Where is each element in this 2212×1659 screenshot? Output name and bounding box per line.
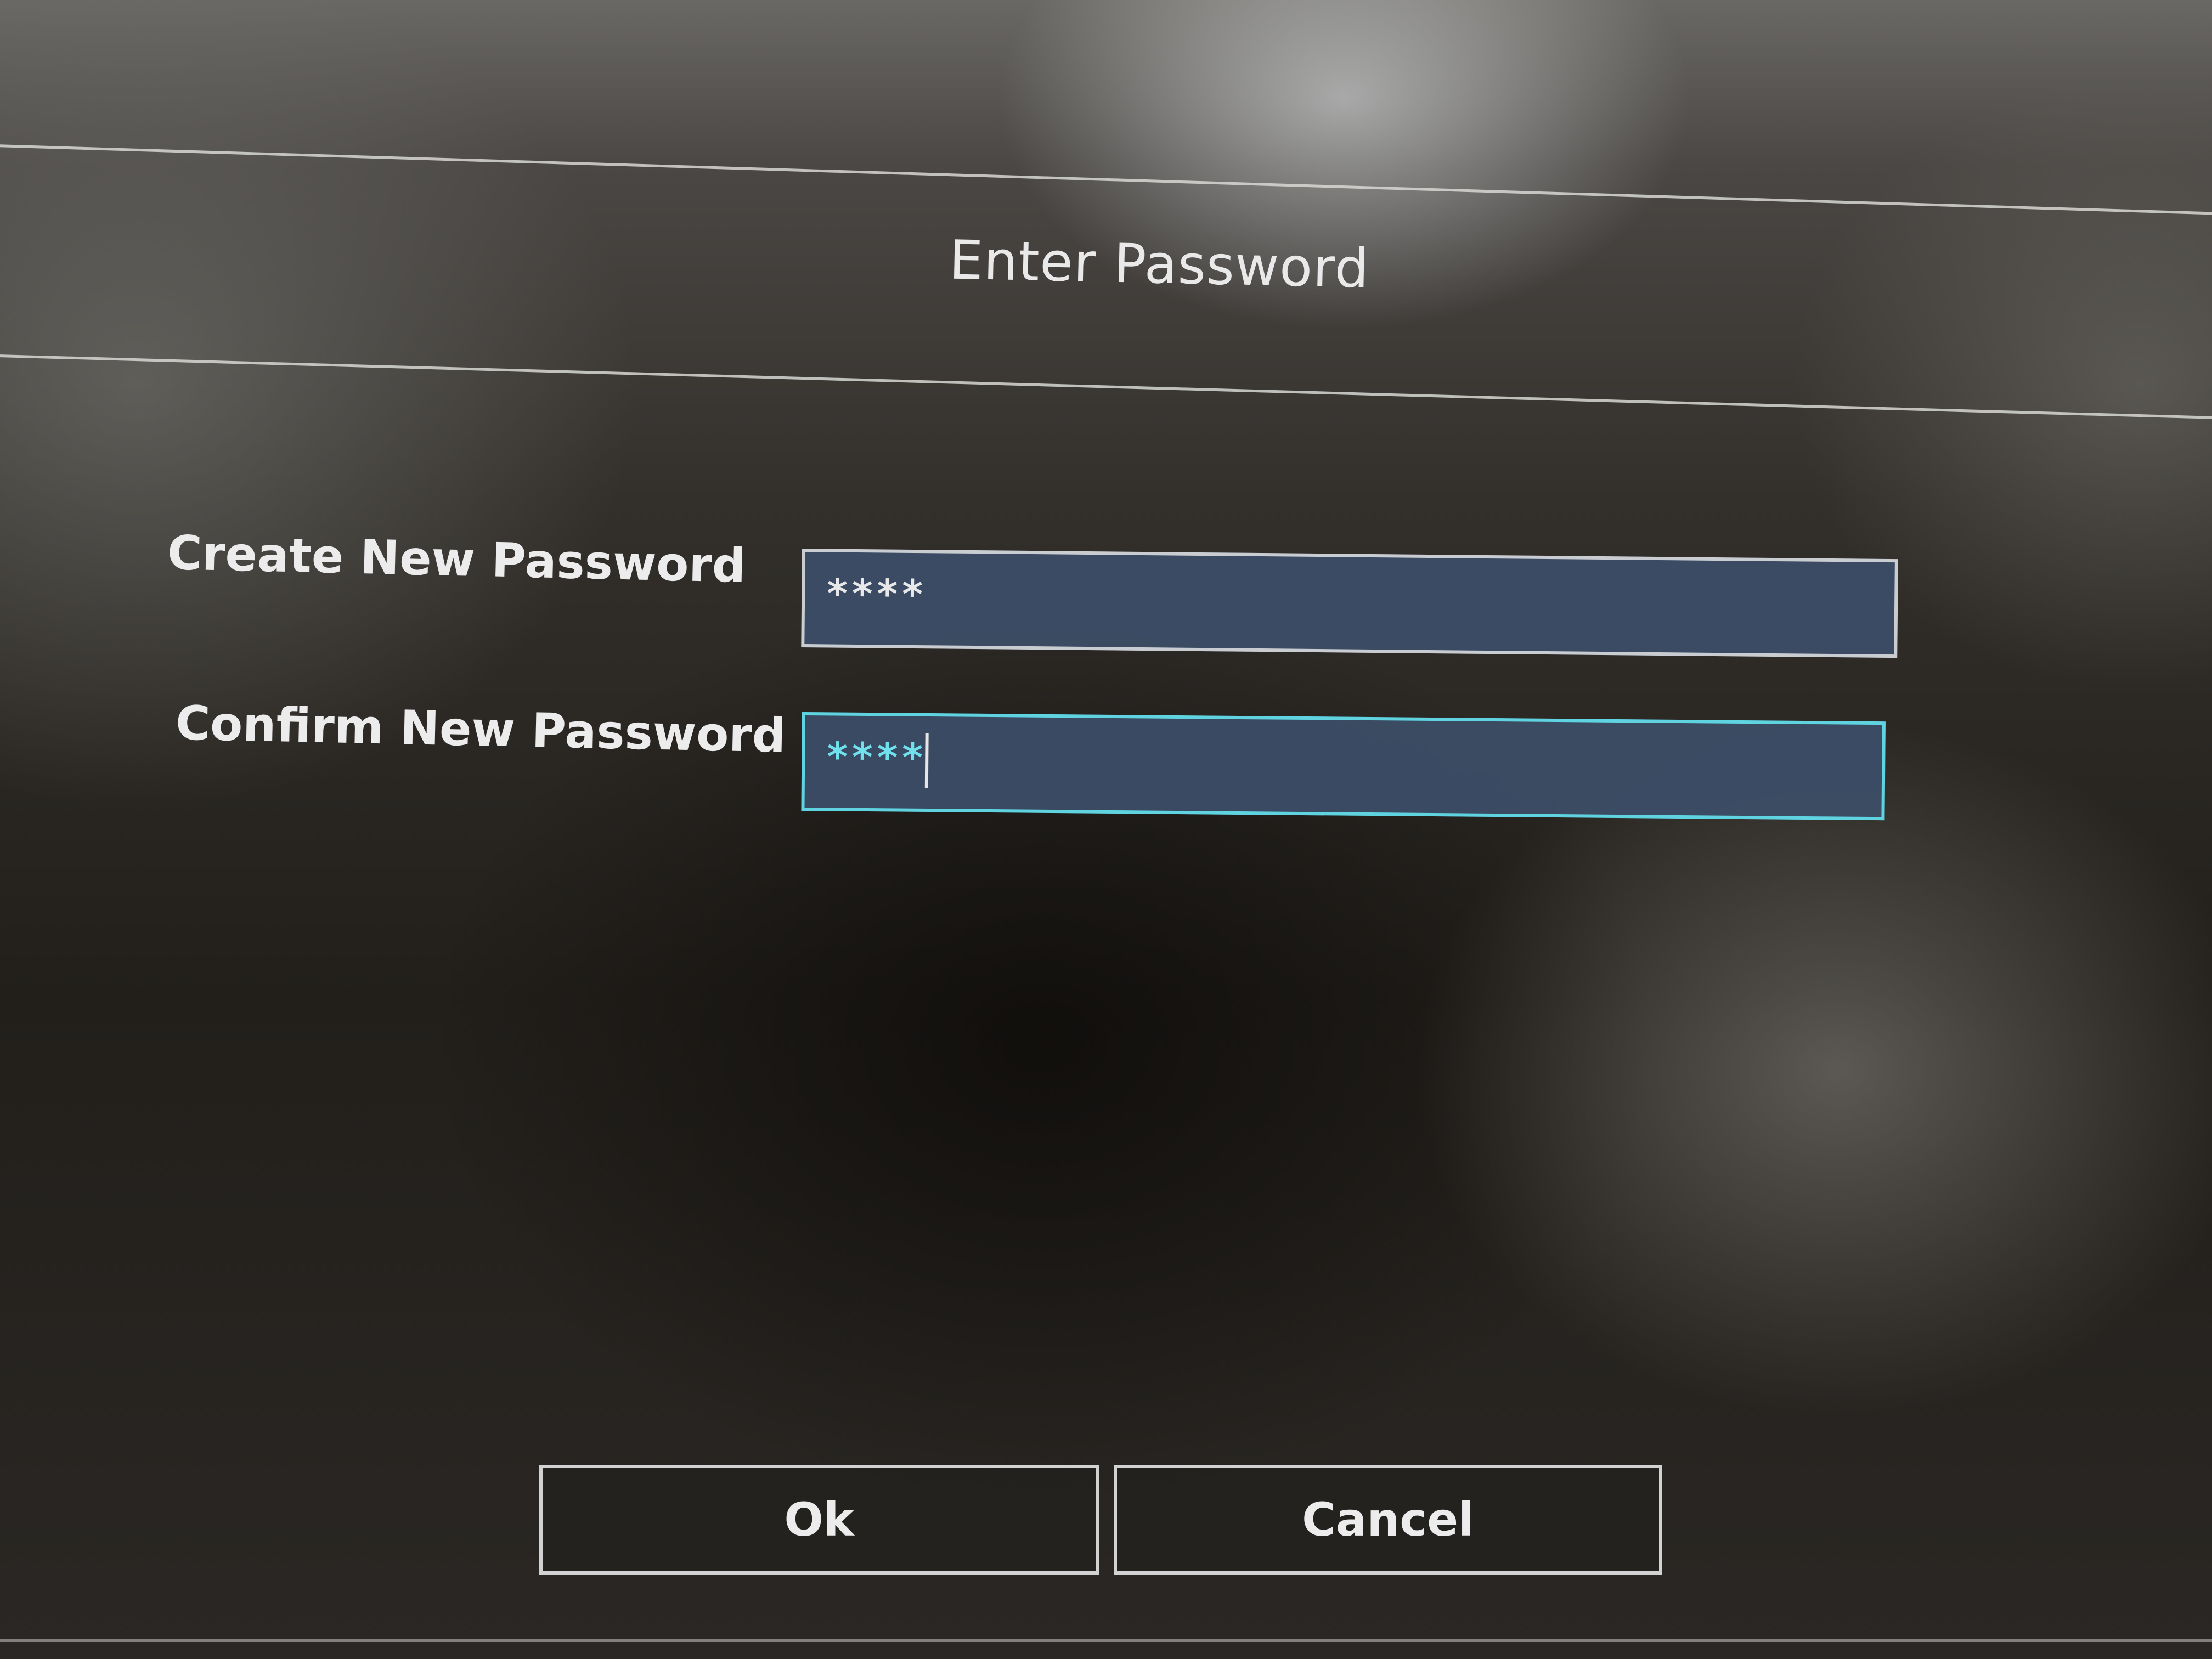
create-password-label: Create New Password [167, 526, 747, 594]
password-dialog: Enter Password Create New Password **** … [0, 0, 2212, 1659]
create-password-value: **** [826, 570, 928, 618]
ok-button[interactable]: Ok [539, 1465, 1099, 1575]
header-top-divider [0, 144, 2212, 216]
confirm-password-field[interactable]: **** [801, 712, 1886, 821]
create-password-field[interactable]: **** [801, 549, 1898, 658]
cancel-button[interactable]: Cancel [1114, 1465, 1662, 1575]
header-bottom-divider [0, 354, 2212, 420]
confirm-password-value: **** [826, 733, 928, 781]
text-caret [924, 733, 929, 788]
confirm-password-label: Confirm New Password [175, 696, 787, 764]
footer-divider [0, 1639, 2212, 1642]
dialog-title: Enter Password [948, 229, 1370, 301]
